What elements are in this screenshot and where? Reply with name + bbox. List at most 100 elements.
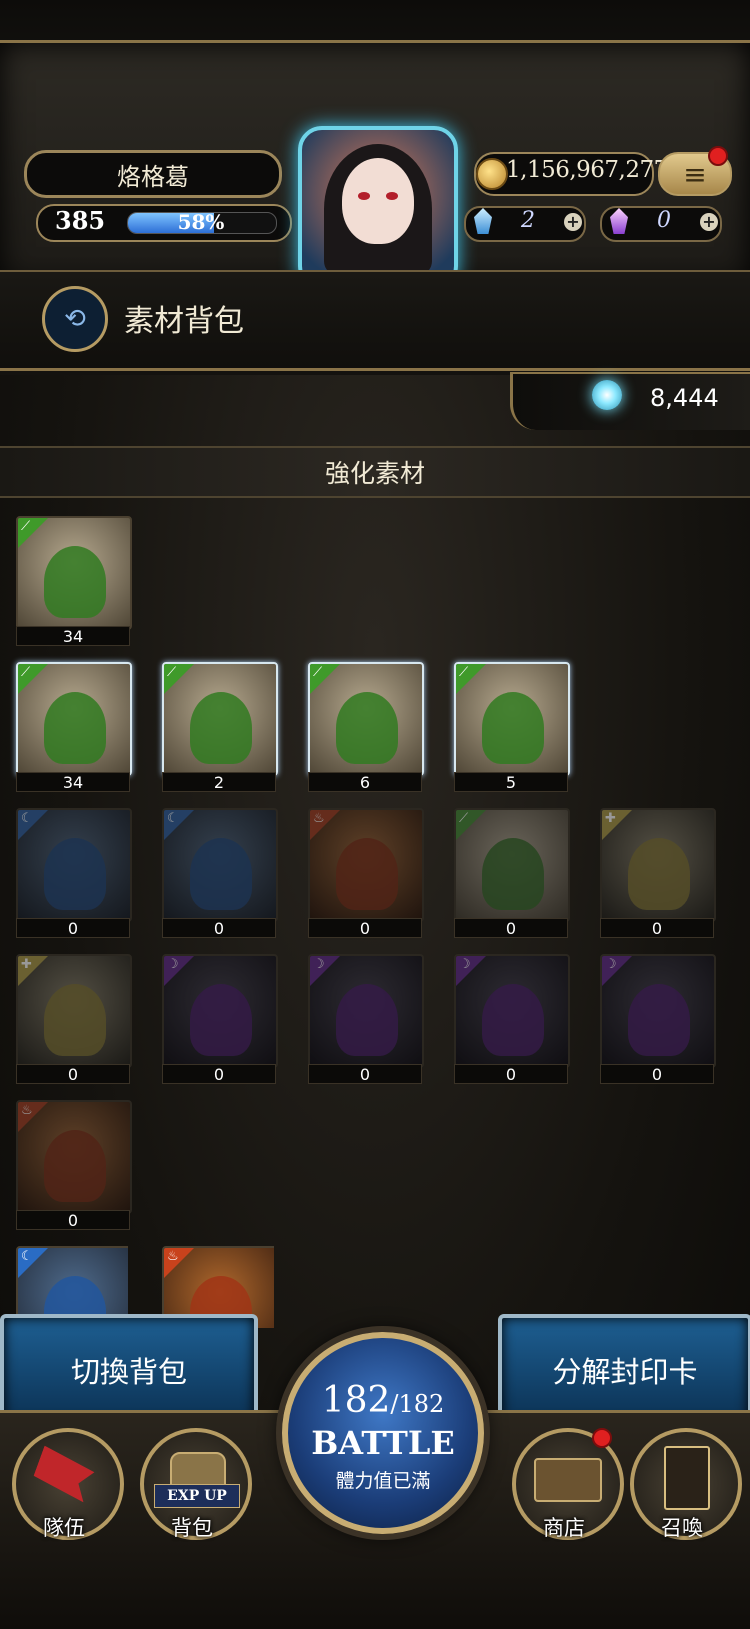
water-element-icon: ☾ — [164, 810, 194, 840]
material-count: 34 — [16, 772, 130, 792]
creature-figure — [190, 838, 252, 910]
material-card[interactable]: ♨ 0 — [308, 808, 424, 938]
wind-element-icon: ⟋ — [456, 810, 486, 840]
menu-notification-dot — [708, 146, 728, 166]
player-level: 385 — [55, 206, 106, 235]
water-element-icon: ☾ — [18, 1248, 48, 1278]
material-card[interactable]: ✚ 0 — [600, 808, 716, 938]
material-art: ☽ — [162, 954, 278, 1068]
material-art: ⟋ — [454, 662, 570, 776]
stamina-max: /182 — [390, 1390, 445, 1418]
nav-team-label: 隊伍 — [43, 1516, 85, 1540]
material-art: ⟋ — [454, 808, 570, 922]
section-title: 強化素材 — [324, 459, 425, 488]
material-card[interactable]: ⟋ 34 — [16, 662, 132, 792]
creature-figure — [482, 838, 544, 910]
nav-bag-label: 背包 — [171, 1516, 213, 1540]
material-count: 34 — [16, 626, 130, 646]
material-art: ☽ — [308, 954, 424, 1068]
shop-sign-icon — [534, 1458, 602, 1502]
avatar-eye-right — [386, 192, 398, 200]
light-element-icon: ✚ — [602, 810, 632, 840]
material-count: 0 — [600, 1064, 714, 1084]
material-card[interactable]: ♨ 0 — [16, 1100, 132, 1230]
add-blue-gem-button[interactable]: + — [564, 213, 582, 231]
creature-figure — [44, 546, 106, 618]
creature-figure — [44, 1130, 106, 1202]
material-art: ✚ — [16, 954, 132, 1068]
wind-element-icon: ⟋ — [164, 664, 194, 694]
soul-crystal-amount: 8,444 — [650, 384, 719, 412]
creature-figure — [190, 984, 252, 1056]
creature-figure — [336, 838, 398, 910]
material-count: 0 — [308, 918, 422, 938]
wind-element-icon: ⟋ — [456, 664, 486, 694]
creature-figure — [44, 692, 106, 764]
material-card[interactable]: ⟋ 0 — [454, 808, 570, 938]
page-title: 素材背包 — [124, 304, 244, 339]
player-avatar[interactable] — [298, 126, 458, 290]
stamina-display: 182/182 — [282, 1380, 484, 1421]
wind-element-icon: ⟋ — [18, 664, 48, 694]
purple-gem-amount: 0 — [657, 208, 671, 233]
dark-element-icon: ☽ — [456, 956, 486, 986]
material-card[interactable]: ⟋ 2 — [162, 662, 278, 792]
soul-orb-icon — [592, 380, 622, 410]
material-card[interactable]: ✚ 0 — [16, 954, 132, 1084]
material-art: ⟋ — [308, 662, 424, 776]
material-art: ♨ — [16, 1100, 132, 1214]
dark-element-icon: ☽ — [602, 956, 632, 986]
stamina-current: 182 — [321, 1380, 391, 1421]
stamina-status: 體力值已滿 — [335, 1470, 431, 1492]
material-count: 0 — [16, 1064, 130, 1084]
material-art: ♨ — [308, 808, 424, 922]
creature-figure — [44, 984, 106, 1056]
material-count: 0 — [162, 918, 276, 938]
back-arrow-icon: ⟲ — [64, 304, 86, 334]
material-card[interactable]: ☽ 0 — [454, 954, 570, 1084]
add-purple-gem-button[interactable]: + — [700, 213, 718, 231]
nav-shop-label: 商店 — [543, 1516, 585, 1540]
material-art: ☽ — [600, 954, 716, 1068]
material-card[interactable]: ⟋ 34 — [16, 516, 132, 646]
back-button[interactable]: ⟲ — [42, 286, 108, 352]
summon-card-icon — [664, 1446, 710, 1510]
material-art: ✚ — [600, 808, 716, 922]
material-art: ⟋ — [16, 516, 132, 630]
nav-summon-label: 召喚 — [661, 1516, 703, 1540]
light-element-icon: ✚ — [18, 956, 48, 986]
material-card[interactable]: ☽ 0 — [600, 954, 716, 1084]
material-count: 6 — [308, 772, 422, 792]
creature-figure — [44, 838, 106, 910]
material-card[interactable]: ☽ 0 — [308, 954, 424, 1084]
battle-label: BATTLE — [311, 1424, 455, 1462]
water-element-icon: ☾ — [18, 810, 48, 840]
dark-element-icon: ☽ — [164, 956, 194, 986]
material-card[interactable]: ☾ 0 — [162, 808, 278, 938]
material-card[interactable]: ☽ 0 — [162, 954, 278, 1084]
creature-figure — [190, 692, 252, 764]
material-card[interactable]: ⟋ 5 — [454, 662, 570, 792]
material-art: ⟋ — [162, 662, 278, 776]
avatar-eye-left — [358, 192, 370, 200]
creature-figure — [482, 984, 544, 1056]
material-art: ☽ — [454, 954, 570, 1068]
material-count: 0 — [308, 1064, 422, 1084]
dark-element-icon: ☽ — [310, 956, 340, 986]
gold-coin-icon — [476, 158, 508, 190]
flag-icon — [31, 1446, 97, 1503]
material-count: 0 — [162, 1064, 276, 1084]
exp-up-badge: EXP UP — [154, 1484, 240, 1508]
material-art: ⟋ — [16, 662, 132, 776]
material-card[interactable]: ⟋ 6 — [308, 662, 424, 792]
blue-gem-amount: 2 — [521, 208, 535, 233]
wind-element-icon: ⟋ — [310, 664, 340, 694]
exp-percent: 58% — [177, 210, 225, 234]
creature-figure — [336, 692, 398, 764]
material-art: ☾ — [162, 808, 278, 922]
material-card[interactable]: ☾ 0 — [16, 808, 132, 938]
creature-figure — [482, 692, 544, 764]
creature-figure — [628, 838, 690, 910]
creature-figure — [336, 984, 398, 1056]
title-bar — [0, 270, 750, 371]
